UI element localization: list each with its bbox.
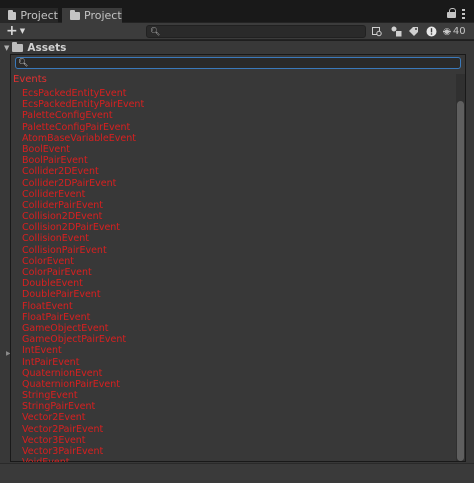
list-item[interactable]: ColliderPairEvent (22, 200, 452, 211)
project-search-field[interactable]: 🔍︎ (146, 25, 366, 38)
list-item[interactable]: ColorEvent (22, 256, 452, 267)
eye-off-icon: ◉ (443, 26, 451, 37)
list-item[interactable]: Vector3PairEvent (22, 446, 452, 457)
folder-icon (8, 9, 17, 20)
dropdown-search-input[interactable] (28, 58, 458, 68)
tab-label: Project (20, 9, 58, 22)
list-item[interactable]: PaletteConfigPairEvent (22, 122, 452, 133)
tab-project-1[interactable]: Project (0, 8, 58, 23)
chevron-down-icon: ▼ (19, 27, 26, 35)
tab-label: Project (84, 9, 122, 22)
list-item[interactable]: AtomBaseVariableEvent (22, 133, 452, 144)
more-menu-icon[interactable] (462, 9, 465, 19)
list-item[interactable]: Collision2DEvent (22, 211, 452, 222)
expand-arrow-icon[interactable]: ▼ (4, 44, 9, 52)
list-item[interactable]: ColliderEvent (22, 189, 452, 200)
project-tree: ▼ Assets ▶ 🔍︎ Events EcsPackedEntityEven… (0, 41, 474, 483)
tree-item-label: Assets (27, 42, 67, 54)
list-item[interactable]: StringEvent (22, 390, 452, 401)
folder-icon (12, 42, 24, 52)
hidden-packages-toggle[interactable]: ◉ 40 (443, 25, 466, 38)
list-item[interactable]: IntPairEvent (22, 357, 452, 368)
bottom-bar (0, 463, 474, 483)
list-item[interactable]: StringPairEvent (22, 401, 452, 412)
search-icon: 🔍︎ (18, 58, 29, 67)
list-item[interactable]: FloatPairEvent (22, 312, 452, 323)
list-item[interactable]: ColorPairEvent (22, 267, 452, 278)
dropdown-search-field[interactable]: 🔍︎ (15, 57, 461, 69)
list-item[interactable]: GameObjectEvent (22, 323, 452, 334)
folder-icon (70, 9, 80, 20)
lock-icon[interactable] (447, 8, 456, 18)
group-header-events[interactable]: Events (13, 74, 47, 86)
scrollbar-thumb[interactable] (457, 101, 464, 461)
project-toolbar: + ▼ 🔍︎ ◉ 40 (0, 23, 474, 40)
label-tag-icon[interactable] (406, 25, 420, 38)
list-item[interactable]: EcsPackedEntityEvent (22, 88, 452, 99)
list-item[interactable]: Vector2PairEvent (22, 424, 452, 435)
type-dropdown-popup: 🔍︎ Events EcsPackedEntityEvent EcsPackedE… (10, 54, 466, 462)
event-type-list: EcsPackedEntityEvent EcsPackedEntityPairE… (22, 88, 452, 462)
list-item[interactable]: Vector2Event (22, 412, 452, 423)
list-item[interactable]: PaletteConfigEvent (22, 110, 452, 121)
search-by-type-icon[interactable] (370, 25, 384, 38)
list-item[interactable]: Collider2DPairEvent (22, 178, 452, 189)
alert-icon[interactable] (424, 25, 438, 38)
tab-strip: Project Project (0, 0, 474, 23)
list-item[interactable]: EcsPackedEntityPairEvent (22, 99, 452, 110)
list-item[interactable]: VoidEvent (22, 457, 452, 462)
list-item[interactable]: Collision2DPairEvent (22, 222, 452, 233)
tree-item-assets[interactable]: ▼ Assets (4, 41, 66, 55)
hidden-count: 40 (452, 26, 466, 37)
list-item[interactable]: GameObjectPairEvent (22, 334, 452, 345)
list-item[interactable]: QuaternionEvent (22, 368, 452, 379)
list-item[interactable]: DoublePairEvent (22, 289, 452, 300)
create-button[interactable]: + ▼ (6, 24, 30, 38)
list-item[interactable]: BoolEvent (22, 144, 452, 155)
list-item[interactable]: IntEvent (22, 345, 452, 356)
list-item[interactable]: BoolPairEvent (22, 155, 452, 166)
tab-project-2[interactable]: Project (62, 8, 122, 23)
list-item[interactable]: CollisionEvent (22, 233, 452, 244)
list-item[interactable]: DoubleEvent (22, 278, 452, 289)
filter-by-type-icon[interactable] (389, 25, 403, 38)
project-search-input[interactable] (159, 26, 359, 37)
list-item[interactable]: Vector3Event (22, 435, 452, 446)
list-item[interactable]: Collider2DEvent (22, 166, 452, 177)
list-item[interactable]: FloatEvent (22, 301, 452, 312)
plus-icon: + (6, 23, 18, 39)
list-item[interactable]: CollisionPairEvent (22, 245, 452, 256)
list-item[interactable]: QuaternionPairEvent (22, 379, 452, 390)
